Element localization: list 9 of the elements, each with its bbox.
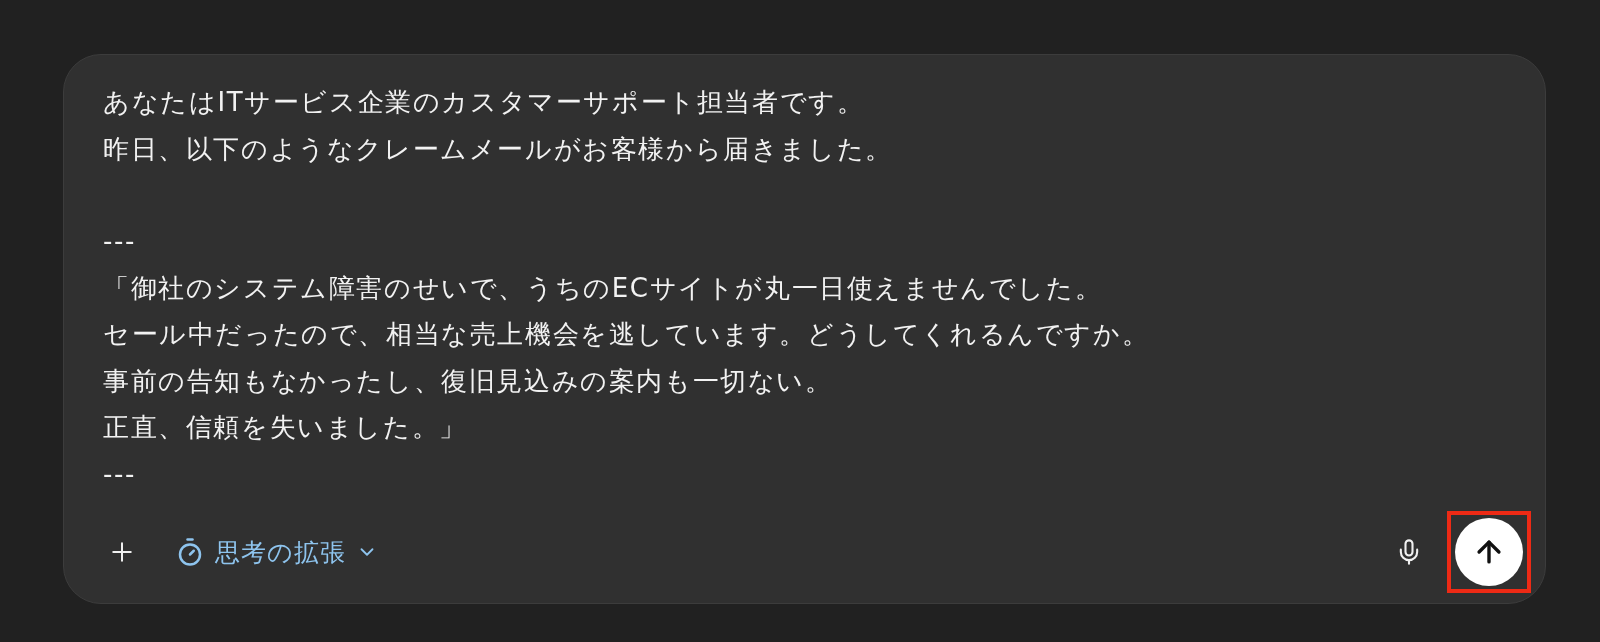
prompt-text-line: あなたはITサービス企業のカスタマーサポート担当者です。 bbox=[103, 86, 865, 119]
prompt-text-line: --- bbox=[103, 225, 136, 258]
prompt-text-line: 事前の告知もなかったし、復旧見込みの案内も一切ない。 bbox=[103, 364, 833, 398]
prompt-text-line: 「御社のシステム障害のせいで、うちのECサイトが丸一日使えませんでした。 bbox=[103, 271, 1103, 305]
prompt-text-line: セール中だったので、相当な売上機会を逃しています。どうしてくれるんですか。 bbox=[103, 318, 1150, 351]
thinking-mode-button[interactable]: 思考の拡張 bbox=[171, 531, 382, 573]
prompt-text-line: --- bbox=[103, 457, 136, 491]
prompt-text-line: 正直、信頼を失いました。」 bbox=[103, 411, 467, 444]
prompt-text-line: 昨日、以下のようなクレームメールがお客様から届きました。 bbox=[103, 132, 893, 166]
